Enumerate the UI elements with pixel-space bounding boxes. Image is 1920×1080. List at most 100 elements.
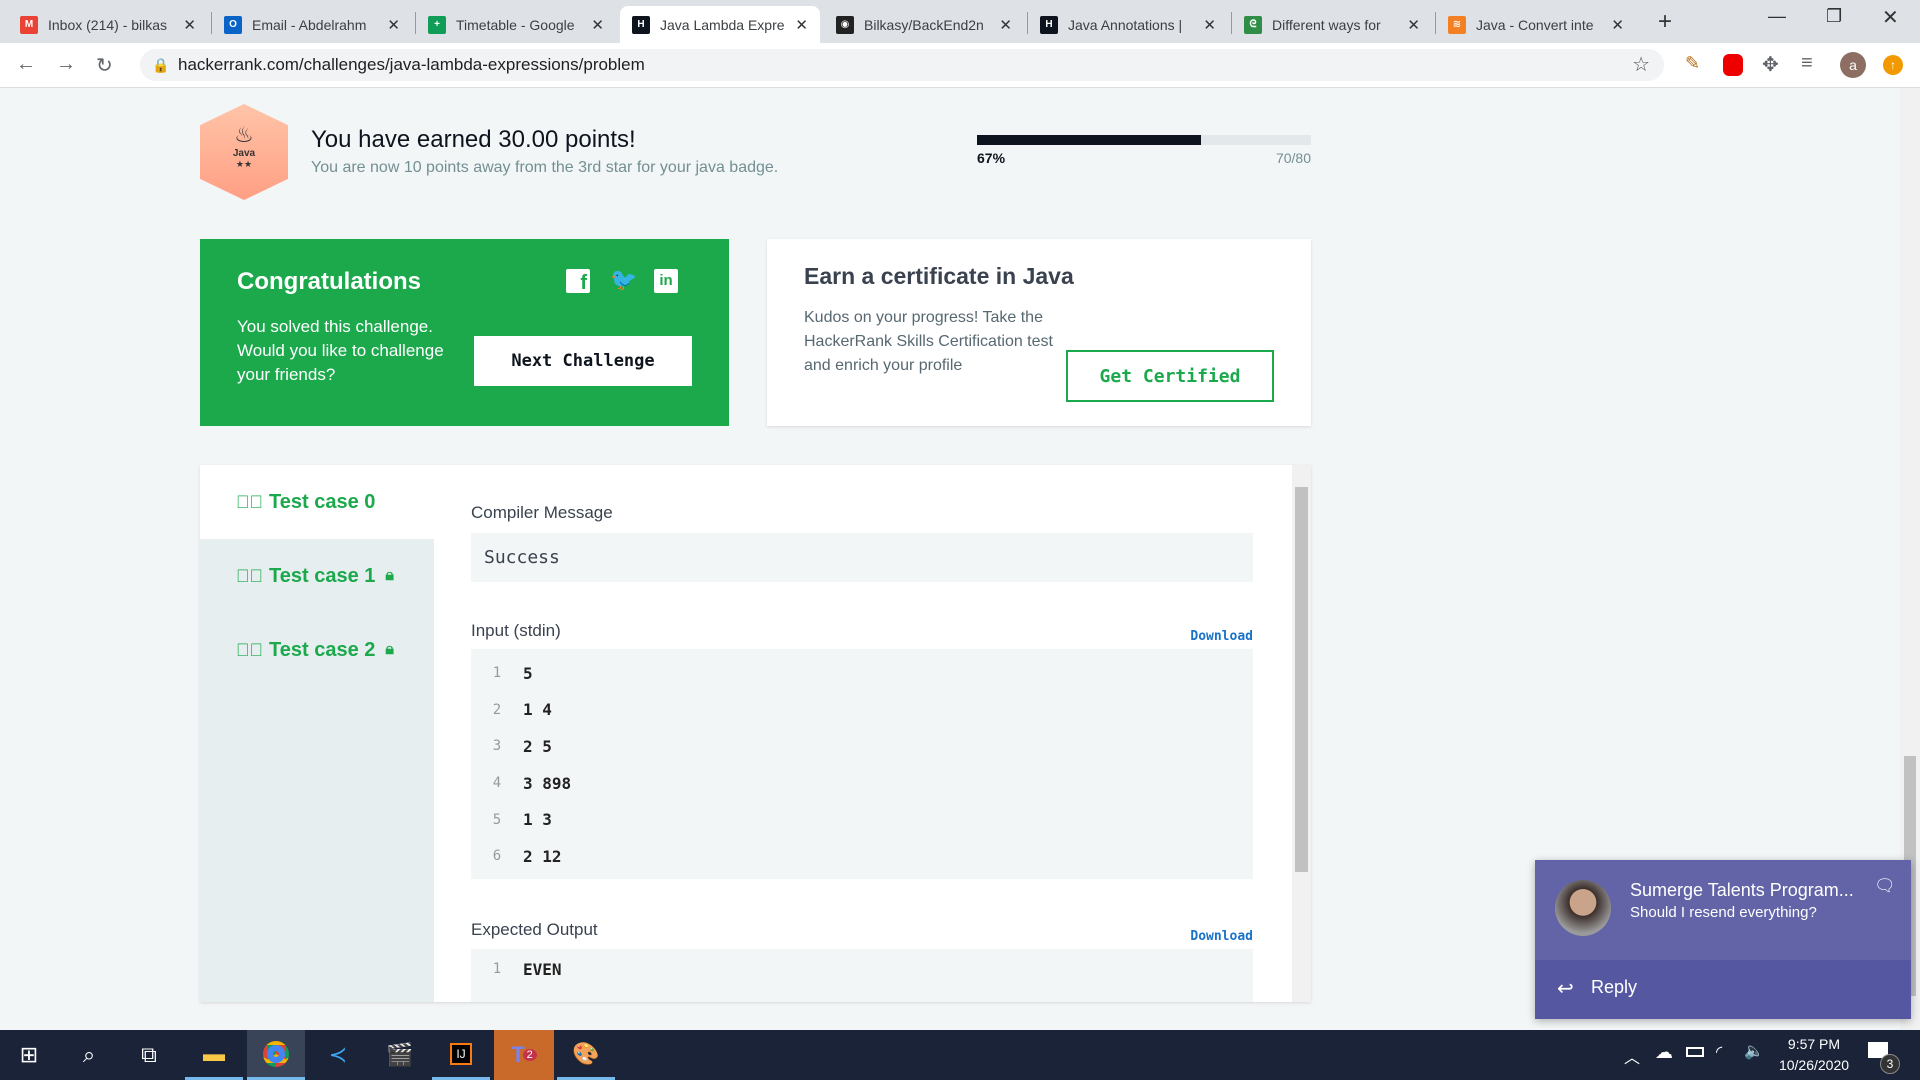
close-tab-icon[interactable]: ✕ bbox=[795, 16, 808, 34]
points-subtitle: You are now 10 points away from the 3rd … bbox=[311, 159, 779, 176]
line-value: 3 898 bbox=[523, 773, 572, 793]
congratulations-card: Congratulations f 🐦 in You solved this c… bbox=[200, 239, 729, 426]
vscode-icon[interactable]: ≺ bbox=[309, 1030, 367, 1080]
tab-title: Bilkasy/BackEnd2n bbox=[864, 16, 984, 33]
panel-scrollbar[interactable] bbox=[1292, 465, 1311, 1002]
twitter-icon[interactable]: 🐦 bbox=[610, 267, 637, 293]
clock-time[interactable]: 9:57 PM bbox=[1774, 1036, 1854, 1052]
start-button[interactable]: ⊞ bbox=[0, 1030, 58, 1080]
show-hidden-icons[interactable]: ︿ bbox=[1624, 1044, 1640, 1068]
eyedropper-extension-icon[interactable]: ✎ bbox=[1685, 53, 1707, 77]
sheets-icon: + bbox=[428, 15, 446, 34]
badge-stars: ★★ bbox=[235, 159, 253, 169]
reply-button[interactable]: ↩ Reply bbox=[1535, 960, 1911, 1019]
check-circle-icon: ✓⃝ bbox=[236, 565, 263, 586]
expected-download-link[interactable]: Download bbox=[1177, 929, 1253, 944]
wifi-icon[interactable]: ◜ bbox=[1716, 1042, 1722, 1062]
next-challenge-button[interactable]: Next Challenge bbox=[474, 336, 692, 386]
clock-date[interactable]: 10/26/2020 bbox=[1770, 1057, 1858, 1073]
close-window-button[interactable]: ✕ bbox=[1882, 5, 1899, 30]
intellij-icon[interactable]: IJ bbox=[432, 1030, 490, 1080]
task-view-icon[interactable]: ⧉ bbox=[120, 1030, 178, 1080]
teams-icon[interactable]: T2 bbox=[494, 1030, 554, 1080]
teams-badge: 2 bbox=[522, 1049, 537, 1061]
java-cup-icon: ♨ bbox=[234, 122, 254, 147]
browser-tab[interactable]: H Java Lambda Expre ✕ bbox=[620, 6, 820, 43]
facebook-icon[interactable]: f bbox=[566, 269, 590, 294]
new-tab-button[interactable]: + bbox=[1658, 8, 1672, 36]
lock-icon: 🔒︎ bbox=[385, 567, 394, 584]
browser-tab[interactable]: ≋ Java - Convert inte ✕ bbox=[1436, 6, 1636, 43]
teams-notification[interactable]: Sumerge Talents Program... Should I rese… bbox=[1535, 860, 1911, 1019]
linkedin-icon[interactable]: in bbox=[654, 269, 678, 293]
tab-title: Inbox (214) - bilkas bbox=[48, 16, 168, 33]
gmail-icon: M bbox=[20, 15, 38, 34]
line-value: 1 3 bbox=[523, 810, 552, 830]
search-icon[interactable]: ⌕ bbox=[60, 1030, 118, 1080]
taskbar: ⊞ ⌕ ⧉ ▬ ≺ 🎬 IJ T2 🎨 ︿ ☁ ◜ 🔈 9:57 PM 10/2… bbox=[0, 1030, 1920, 1080]
paint-icon[interactable]: 🎨 bbox=[557, 1030, 615, 1080]
extensions-icon[interactable]: ✥ bbox=[1762, 52, 1779, 77]
minimize-button[interactable]: — bbox=[1768, 6, 1786, 27]
back-icon[interactable]: ← bbox=[16, 53, 36, 76]
badge-label: Java bbox=[232, 148, 256, 159]
browser-tab[interactable]: O Email - Abdelrahm ✕ bbox=[212, 6, 412, 43]
test-case-tab[interactable]: ✓⃝ Test case 1 🔒︎ bbox=[200, 539, 434, 613]
congrats-title: Congratulations bbox=[237, 268, 421, 295]
compiler-message-label: Compiler Message bbox=[471, 503, 613, 522]
url-input[interactable]: 🔒 hackerrank.com/challenges/java-lambda-… bbox=[140, 49, 1664, 81]
badge-progress-bar bbox=[977, 135, 1311, 145]
test-case-tab[interactable]: ✓⃝ Test case 2 🔒︎ bbox=[200, 613, 434, 687]
close-tab-icon[interactable]: ✕ bbox=[183, 16, 196, 34]
reload-icon[interactable]: ↻ bbox=[96, 53, 113, 78]
restore-button[interactable]: ❐ bbox=[1826, 6, 1842, 27]
battery-icon[interactable] bbox=[1686, 1047, 1704, 1057]
browser-tab[interactable]: + Timetable - Google ✕ bbox=[416, 6, 616, 43]
test-case-label: Test case 2 bbox=[269, 638, 376, 661]
progress-count: 70/80 bbox=[1275, 150, 1311, 166]
test-results-panel: ✓⃝ Test case 0 ✓⃝ Test case 1 🔒︎ ✓⃝ Test case … bbox=[200, 465, 1311, 1002]
tab-title: Java Annotations | bbox=[1068, 16, 1183, 33]
check-circle-icon: ✓⃝ bbox=[236, 639, 263, 660]
chrome-icon[interactable] bbox=[247, 1030, 305, 1080]
code-line: 2 1 4 bbox=[471, 692, 1253, 729]
close-tab-icon[interactable]: ✕ bbox=[591, 16, 604, 34]
input-label: Input (stdin) bbox=[471, 621, 561, 640]
close-tab-icon[interactable]: ✕ bbox=[999, 16, 1012, 34]
stackoverflow-icon: ≋ bbox=[1448, 15, 1466, 34]
adblock-extension-icon[interactable] bbox=[1723, 54, 1743, 76]
close-tab-icon[interactable]: ✕ bbox=[1611, 16, 1624, 34]
profile-avatar[interactable]: a bbox=[1840, 52, 1866, 78]
test-case-tab[interactable]: ✓⃝ Test case 0 bbox=[200, 465, 434, 539]
test-case-label: Test case 1 bbox=[269, 564, 376, 587]
tab-title: Email - Abdelrahm bbox=[252, 16, 367, 33]
browser-tab[interactable]: ◉ Bilkasy/BackEnd2n ✕ bbox=[824, 6, 1024, 43]
certificate-text: Kudos on your progress! Take the HackerR… bbox=[804, 309, 1053, 374]
media-player-icon[interactable]: 🎬 bbox=[371, 1030, 429, 1080]
get-certified-button[interactable]: Get Certified bbox=[1066, 350, 1274, 402]
onedrive-icon[interactable]: ☁ bbox=[1655, 1042, 1673, 1063]
volume-icon[interactable]: 🔈 bbox=[1744, 1041, 1764, 1061]
browser-tab[interactable]: ᘓ Different ways for ✕ bbox=[1232, 6, 1432, 43]
lock-icon: 🔒︎ bbox=[385, 641, 394, 658]
close-tab-icon[interactable]: ✕ bbox=[1203, 16, 1216, 34]
forward-icon[interactable]: → bbox=[56, 53, 76, 76]
browser-tab[interactable]: H Java Annotations | ✕ bbox=[1028, 6, 1228, 43]
update-icon[interactable]: ↑ bbox=[1883, 55, 1903, 75]
input-download-link[interactable]: Download bbox=[1177, 629, 1253, 644]
file-explorer-icon[interactable]: ▬ bbox=[185, 1030, 243, 1080]
browser-tab[interactable]: M Inbox (214) - bilkas ✕ bbox=[8, 6, 208, 43]
close-tab-icon[interactable]: ✕ bbox=[1407, 16, 1420, 34]
points-title: You have earned 30.00 points! bbox=[311, 126, 636, 153]
compiler-message-output: Success bbox=[471, 533, 1253, 582]
notification-count-badge: 3 bbox=[1880, 1054, 1900, 1074]
close-tab-icon[interactable]: ✕ bbox=[387, 16, 400, 34]
tab-title: Different ways for bbox=[1272, 16, 1381, 33]
bookmark-star-icon[interactable]: ☆ bbox=[1632, 49, 1650, 81]
reply-icon: ↩ bbox=[1557, 978, 1574, 1000]
chat-icon[interactable]: 🗨 bbox=[1874, 876, 1896, 896]
line-number: 6 bbox=[492, 848, 502, 865]
media-control-icon[interactable]: ≡ bbox=[1801, 52, 1813, 75]
check-circle-icon: ✓⃝ bbox=[236, 491, 263, 512]
code-line: 5 1 3 bbox=[471, 801, 1253, 838]
